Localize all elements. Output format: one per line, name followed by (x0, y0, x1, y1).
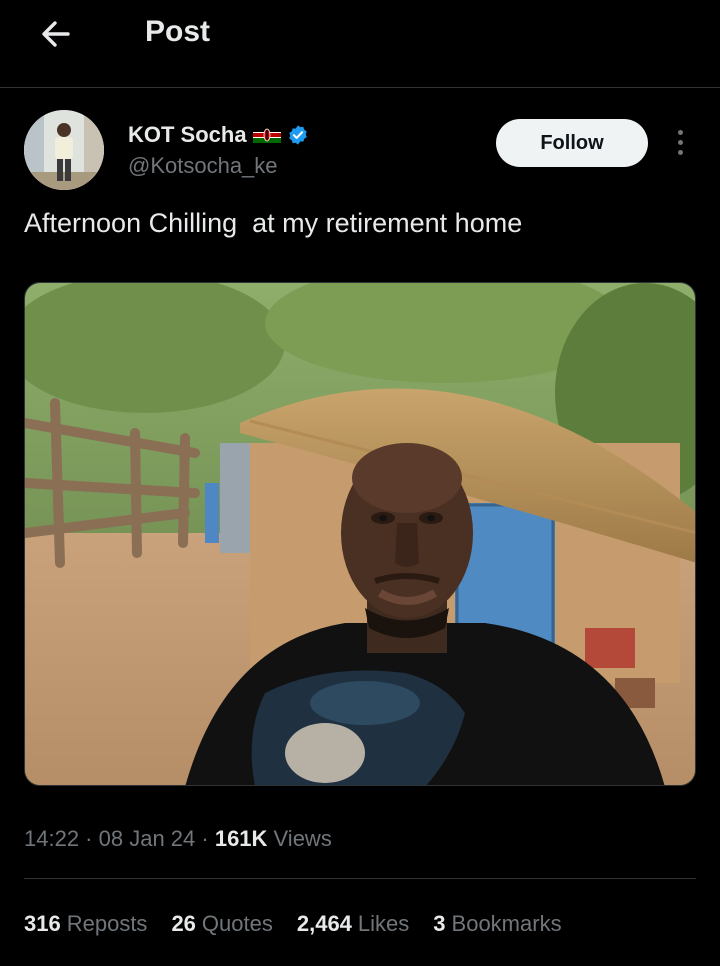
more-options-button[interactable] (670, 124, 690, 160)
post-image[interactable] (24, 282, 696, 786)
author-handle[interactable]: @Kotsocha_ke (128, 153, 278, 179)
follow-button[interactable]: Follow (496, 119, 648, 167)
arrow-left-icon (42, 21, 70, 47)
post-text: Afternoon Chilling at my retirement home (24, 208, 523, 238)
reposts-stat[interactable]: 316 Reposts (24, 911, 147, 937)
post-meta: 14:22 · 08 Jan 24 · 161K Views (24, 826, 332, 852)
page-title: Post (145, 15, 211, 48)
kenya-flag-icon (252, 127, 281, 143)
views-label: Views (267, 826, 332, 851)
avatar[interactable] (24, 110, 104, 190)
engagement-stats: 316 Reposts 26 Quotes 2,464 Likes 3 Bookmark… (24, 911, 586, 937)
back-button[interactable] (32, 10, 80, 58)
bookmarks-stat[interactable]: 3 Bookmarks (433, 911, 561, 937)
post-photo (25, 283, 695, 785)
likes-stat[interactable]: 2,464 Likes (297, 911, 409, 937)
quotes-stat[interactable]: 26 Quotes (171, 911, 272, 937)
author-row: KOT Socha @Kotsocha_ke Follow (24, 110, 696, 192)
verified-badge-icon (288, 125, 307, 145)
top-bar: Post (0, 0, 720, 88)
more-vertical-icon (677, 129, 683, 135)
post-time[interactable]: 14:22 (24, 826, 79, 852)
divider (24, 878, 696, 879)
meta-separator: · (79, 826, 99, 851)
meta-separator: · (195, 826, 215, 851)
post-date[interactable]: 08 Jan 24 (99, 826, 196, 852)
author-name[interactable]: KOT Socha (128, 122, 247, 148)
views-count[interactable]: 161K (215, 826, 268, 852)
